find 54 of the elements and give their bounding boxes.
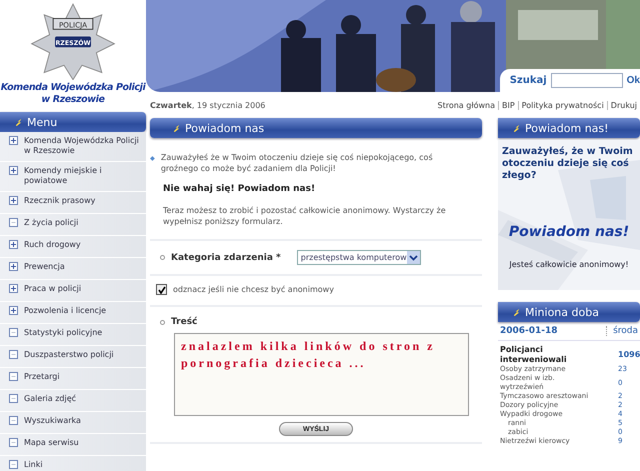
bolt-icon xyxy=(14,118,23,126)
bullet-icon xyxy=(160,320,165,324)
promo-title: Powiadom nas! xyxy=(525,122,609,134)
search-label: Szukaj xyxy=(510,75,547,86)
badge-text: POLICJA xyxy=(58,20,88,30)
intro-text: Zauważyłeś że w Twoim otoczeniu dzieje się coś niepokojącego, coś groźnego co może być zadaniem dla Policji! xyxy=(160,152,434,174)
promo-slogan: Powiadom nas! xyxy=(508,224,630,240)
bolt-icon xyxy=(172,124,181,132)
menu-item[interactable]: Statystyki policyjne xyxy=(0,324,146,346)
content-label: Treść xyxy=(171,317,198,327)
menu-item[interactable]: Galeria zdjęć xyxy=(0,390,146,412)
bolt-icon xyxy=(512,124,521,132)
site-title: Komenda Wojewódzka Policji w Rzeszowie xyxy=(0,82,146,106)
promo-question: Zauważyłeś, że w Twoim otoczeniu dzieje się coś złego? xyxy=(502,146,634,182)
star-badge-icon xyxy=(30,3,116,80)
menu-item[interactable]: Mapa serwisu xyxy=(0,434,146,456)
top-link[interactable]: Drukuj xyxy=(606,100,640,110)
menu-item[interactable]: Wyszukiwarka xyxy=(0,412,146,434)
section-title: Powiadom nas xyxy=(185,122,264,134)
menu-item[interactable]: Pozwolenia i licencje xyxy=(0,302,146,324)
stats-weekday: środa xyxy=(606,326,638,336)
content-field[interactable]: znalazlem kilka linków do stron z pornografia dziecieca ... xyxy=(174,333,469,416)
menu-item[interactable]: Z życia policji xyxy=(0,214,146,236)
top-link[interactable]: Strona główna xyxy=(434,100,498,110)
date-text: Czwartek, 19 stycznia 2006 xyxy=(150,100,266,110)
anonymous-label: odznacz jeśli nie chcesz być anonimowy xyxy=(173,285,334,294)
menu-item[interactable]: Rzecznik prasowy xyxy=(0,192,146,214)
search-field[interactable] xyxy=(550,73,623,88)
headline-text: Nie wahaj się! Powiadom nas! xyxy=(163,184,316,195)
bullet-icon xyxy=(150,155,155,162)
stats-value: 1096 xyxy=(618,350,638,360)
stats-title: Miniona doba xyxy=(525,306,599,318)
menu-item[interactable]: Komenda Wojewódzka Policji w Rzeszowie xyxy=(0,132,146,162)
chevron-down-icon xyxy=(406,251,420,264)
bullet-icon xyxy=(160,255,165,260)
category-select[interactable]: przestępstwa komputerow xyxy=(296,250,421,265)
category-label: Kategoria zdarzenia * xyxy=(171,252,281,262)
menu-item[interactable]: Przetargi xyxy=(0,368,146,390)
top-link[interactable]: Polityka prywatności xyxy=(518,100,607,110)
note-text: Teraz możesz to zrobić i pozostać całkowicie anonimowy. Wystarczy że wypełnisz poniższy formularz. xyxy=(163,205,447,227)
top-link[interactable]: BIP xyxy=(498,100,518,110)
menu-item[interactable]: Ruch drogowy xyxy=(0,236,146,258)
menu-title: Menu xyxy=(27,116,58,128)
menu-item[interactable]: Prewencja xyxy=(0,258,146,280)
menu-item[interactable]: Komendy miejskie i powiatowe xyxy=(0,162,146,192)
promo-footer: Jesteś całkowicie anonimowy! xyxy=(502,260,636,269)
menu-item[interactable]: Linki xyxy=(0,456,146,471)
stats-date: 2006-01-18 xyxy=(500,326,558,336)
menu-item[interactable]: Praca w policji xyxy=(0,280,146,302)
menu-item[interactable]: Duszpasterstwo policji xyxy=(0,346,146,368)
anonymous-checkbox[interactable] xyxy=(156,284,167,295)
stats-label: Policjanci interweniowali xyxy=(500,345,568,365)
bolt-icon xyxy=(512,308,521,316)
search-button[interactable]: Ok xyxy=(626,75,640,86)
